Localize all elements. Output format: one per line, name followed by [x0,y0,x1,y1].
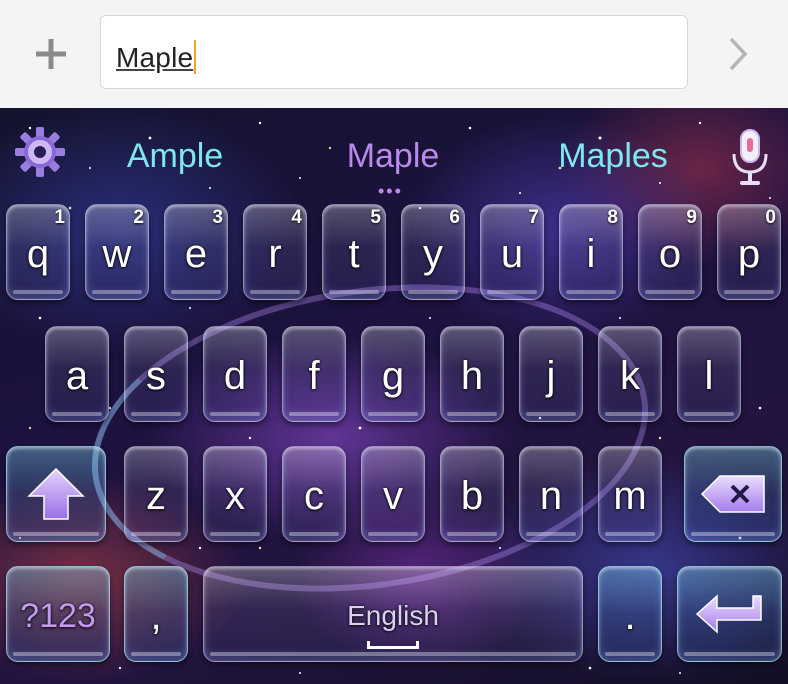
key-period[interactable]: . [598,566,662,662]
key-comma[interactable]: , [124,566,188,662]
space-label: English [347,600,439,631]
key-i[interactable]: i8 [559,204,623,300]
key-label: o [658,231,682,276]
key-label: u [500,231,524,276]
settings-button[interactable] [14,126,66,178]
key-label: ?123 [20,596,96,635]
key-label: t [348,231,360,276]
key-hint: 9 [686,207,697,228]
key-label: b [460,473,484,518]
key-hint: 4 [291,207,302,228]
voice-input-button[interactable] [728,128,772,188]
key-label: w [102,231,132,276]
key-label: , [150,593,162,638]
key-label: a [65,353,89,398]
key-f[interactable]: f [282,326,346,422]
key-t[interactable]: t5 [322,204,386,300]
key-n[interactable]: n [519,446,583,542]
key-label: e [184,231,208,276]
backspace-icon [700,475,765,513]
key-h[interactable]: h [440,326,504,422]
microphone-icon [732,129,768,185]
key-u[interactable]: u7 [480,204,544,300]
key-label: n [539,473,563,518]
key-label: . [624,593,636,638]
key-label: d [223,353,247,398]
key-d[interactable]: d [203,326,267,422]
key-label: g [381,353,405,398]
space-key[interactable]: English [203,566,583,662]
next-button[interactable] [716,30,760,78]
key-hint: 8 [607,207,618,228]
enter-arrow-icon [695,594,762,634]
shift-key[interactable] [6,446,106,542]
key-label: j [546,353,556,398]
key-hint: 0 [765,207,776,228]
key-hint: 3 [212,207,223,228]
key-x[interactable]: x [203,446,267,542]
key-label: i [586,231,596,276]
key-label: x [225,473,245,518]
key-q[interactable]: q1 [6,204,70,300]
suggestion-1[interactable]: Ample [100,134,250,178]
shift-arrow-icon [27,467,85,520]
key-a[interactable]: a [45,326,109,422]
add-button[interactable] [22,30,80,78]
key-k[interactable]: k [598,326,662,422]
key-label: z [146,473,166,518]
key-p[interactable]: p0 [717,204,781,300]
keyboard: Ample Maple ••• Maples q1 w2 e3 r4 t5 y6… [0,108,788,684]
key-l[interactable]: l [677,326,741,422]
backspace-key[interactable] [684,446,782,542]
key-label: l [704,353,714,398]
key-label: k [620,353,640,398]
key-hint: 5 [370,207,381,228]
key-m[interactable]: m [598,446,662,542]
enter-key[interactable] [677,566,782,662]
key-g[interactable]: g [361,326,425,422]
key-v[interactable]: v [361,446,425,542]
key-label: q [26,231,50,276]
key-e[interactable]: e3 [164,204,228,300]
key-b[interactable]: b [440,446,504,542]
key-w[interactable]: w2 [85,204,149,300]
suggestion-3[interactable]: Maples [538,134,688,178]
key-label: h [460,353,484,398]
text-caret [194,40,197,74]
key-hint: 2 [133,207,144,228]
input-text: Maple [116,40,197,74]
input-value: Maple [116,42,194,73]
key-z[interactable]: z [124,446,188,542]
key-label: v [383,473,403,518]
key-label: s [146,353,166,398]
key-label: p [737,231,761,276]
key-c[interactable]: c [282,446,346,542]
key-label: c [304,473,324,518]
plus-icon [36,39,66,69]
key-y[interactable]: y6 [401,204,465,300]
key-o[interactable]: o9 [638,204,702,300]
key-label: y [423,231,443,276]
suggestion-2[interactable]: Maple [318,134,468,178]
key-hint: 7 [528,207,539,228]
chevron-right-icon [729,37,748,71]
key-hint: 1 [54,207,65,228]
symbols-key[interactable]: ?123 [6,566,110,662]
gear-icon [15,127,65,177]
key-label: r [268,231,282,276]
space-icon [367,641,419,649]
input-bar: Maple [0,0,788,108]
key-r[interactable]: r4 [243,204,307,300]
suggestion-strip: Ample Maple ••• Maples [0,108,788,200]
key-s[interactable]: s [124,326,188,422]
key-hint: 6 [449,207,460,228]
text-input[interactable]: Maple [100,15,688,89]
key-j[interactable]: j [519,326,583,422]
key-label: m [613,473,647,518]
key-label: f [308,353,320,398]
suggestion-more-indicator[interactable]: ••• [378,182,403,200]
